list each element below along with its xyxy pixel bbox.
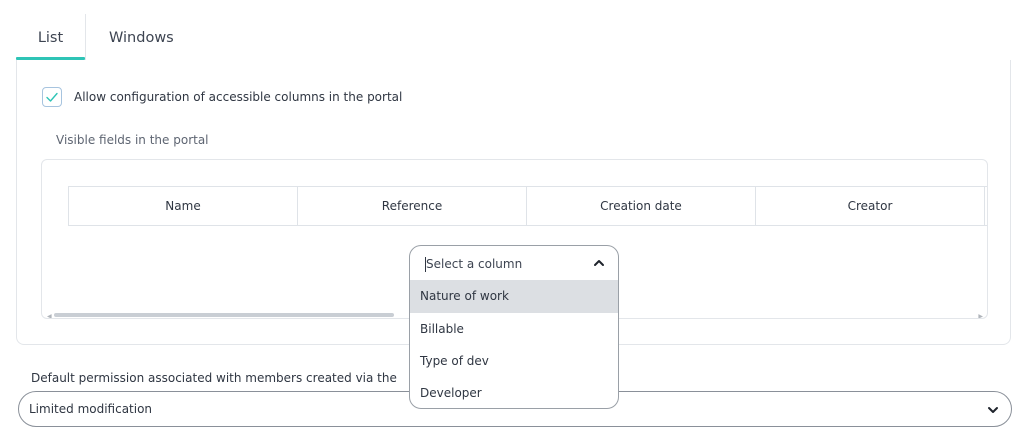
option-developer[interactable]: Developer — [410, 377, 618, 408]
tab-list[interactable]: List — [16, 30, 85, 46]
scrollbar-thumb[interactable] — [54, 313, 394, 317]
default-permission-label: Default permission associated with membe… — [31, 371, 397, 385]
chevron-down-icon — [988, 407, 998, 413]
check-icon — [46, 92, 58, 102]
column-header-name[interactable]: Name — [69, 187, 298, 225]
column-select-placeholder: Select a column — [426, 257, 523, 271]
scroll-right-arrow-icon[interactable]: ▶ — [978, 313, 983, 318]
allow-configuration-label: Allow configuration of accessible column… — [74, 90, 403, 104]
visible-fields-label: Visible fields in the portal — [56, 133, 209, 147]
tab-windows[interactable]: Windows — [109, 30, 174, 46]
column-header-reference[interactable]: Reference — [298, 187, 527, 225]
column-select-dropdown[interactable]: Select a column Nature of work Billable … — [409, 245, 619, 409]
column-header-creator[interactable]: Creator — [756, 187, 985, 225]
table-header-row: Name Reference Creation date Creator — [68, 186, 987, 226]
column-header-creation-date[interactable]: Creation date — [527, 187, 756, 225]
scroll-left-arrow-icon[interactable]: ◀ — [47, 313, 52, 318]
allow-configuration-checkbox[interactable] — [42, 87, 62, 107]
default-permission-value: Limited modification — [29, 402, 153, 416]
option-nature-of-work[interactable]: Nature of work — [410, 280, 618, 313]
option-billable[interactable]: Billable — [410, 313, 618, 346]
tab-divider — [85, 14, 86, 60]
option-type-of-dev[interactable]: Type of dev — [410, 345, 618, 378]
tab-bar: List Windows — [16, 0, 1012, 60]
column-header-overflow — [985, 187, 987, 225]
chevron-up-icon[interactable] — [593, 257, 605, 269]
column-search-input[interactable]: Select a column — [410, 246, 618, 280]
